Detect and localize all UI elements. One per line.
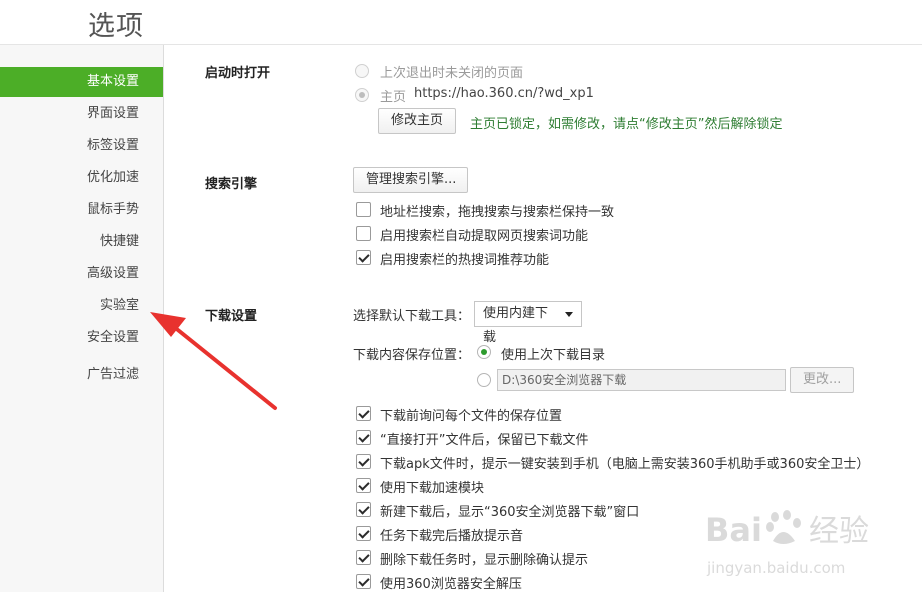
baidu-jingyan-watermark: Bai 经验 jingyan.baidu.com bbox=[705, 505, 895, 580]
keep-opened-files-checkbox[interactable] bbox=[356, 430, 371, 445]
play-complete-sound-checkbox[interactable] bbox=[356, 526, 371, 541]
svg-text:Bai: Bai bbox=[705, 511, 762, 549]
address-bar-search-label: 地址栏搜索，拖拽搜索与搜索栏保持一致 bbox=[380, 205, 615, 220]
ask-save-location-checkbox[interactable] bbox=[356, 406, 371, 421]
sidebar-item-label: 标签设置 bbox=[86, 138, 139, 153]
apk-install-prompt-checkbox[interactable] bbox=[356, 454, 371, 469]
download-accelerate-label: 使用下载加速模块 bbox=[380, 481, 485, 496]
keep-opened-files-label: “直接打开”文件后，保留已下载文件 bbox=[380, 433, 589, 448]
show-download-window-checkbox[interactable] bbox=[356, 502, 371, 517]
sidebar-item-label: 实验室 bbox=[99, 298, 139, 313]
apk-install-prompt-label: 下载apk文件时，提示一键安装到手机（电脑上需安装360手机助手或360安全卫士… bbox=[380, 457, 870, 472]
home-url: https://hao.360.cn/?wd_xp1 bbox=[414, 86, 594, 101]
startup-last-session-label: 上次退出时未关闭的页面 bbox=[380, 66, 524, 81]
sidebar-item-lab[interactable]: 实验室 bbox=[0, 291, 163, 321]
download-accelerate-checkbox[interactable] bbox=[356, 478, 371, 493]
confirm-delete-label: 删除下载任务时，显示删除确认提示 bbox=[380, 553, 589, 568]
ask-save-location-label: 下载前询问每个文件的保存位置 bbox=[380, 409, 563, 424]
save-custom-dir-radio[interactable] bbox=[477, 373, 491, 387]
sidebar-item-label: 高级设置 bbox=[86, 266, 139, 281]
download-tool-label: 选择默认下载工具： bbox=[353, 309, 471, 324]
startup-home-label: 主页 bbox=[380, 90, 407, 105]
sidebar-item-advanced[interactable]: 高级设置 bbox=[0, 259, 163, 289]
sidebar-item-label: 快捷键 bbox=[99, 234, 139, 249]
hot-search-checkbox[interactable] bbox=[356, 250, 371, 265]
startup-last-session-radio[interactable] bbox=[355, 64, 369, 78]
save-path-input[interactable]: D:\360安全浏览器下载 bbox=[497, 369, 786, 391]
safe-unzip-label: 使用360浏览器安全解压 bbox=[380, 577, 522, 592]
sidebar-item-label: 鼠标手势 bbox=[86, 202, 139, 217]
manage-search-engines-button[interactable]: 管理搜索引擎... bbox=[353, 167, 468, 193]
change-save-path-button[interactable]: 更改... bbox=[790, 367, 854, 393]
section-title-download: 下载设置 bbox=[205, 309, 258, 324]
auto-extract-search-label: 启用搜索栏自动提取网页搜索词功能 bbox=[380, 229, 589, 244]
address-bar-search-checkbox[interactable] bbox=[356, 202, 371, 217]
sidebar-item-optimize[interactable]: 优化加速 bbox=[0, 163, 163, 193]
save-last-dir-radio[interactable] bbox=[477, 345, 491, 359]
page-title: 选项 bbox=[88, 11, 144, 42]
chevron-down-icon bbox=[565, 312, 573, 317]
save-last-dir-label: 使用上次下载目录 bbox=[501, 348, 606, 363]
sidebar-item-label: 基本设置 bbox=[86, 74, 139, 89]
play-complete-sound-label: 任务下载完后播放提示音 bbox=[380, 529, 524, 544]
section-title-startup: 启动时打开 bbox=[205, 66, 271, 81]
confirm-delete-checkbox[interactable] bbox=[356, 550, 371, 565]
download-tool-select[interactable]: 使用内建下载 bbox=[474, 301, 582, 345]
auto-extract-search-checkbox[interactable] bbox=[356, 226, 371, 241]
sidebar-item-mouse-gestures[interactable]: 鼠标手势 bbox=[0, 195, 163, 225]
change-home-button[interactable]: 修改主页 bbox=[378, 108, 456, 134]
sidebar-item-label: 安全设置 bbox=[86, 330, 139, 345]
baidu-logo-icon: Bai 经验 jingyan.baidu.com bbox=[705, 510, 869, 577]
sidebar-item-ad-filter[interactable]: 广告过滤 bbox=[0, 360, 163, 390]
show-download-window-label: 新建下载后，显示“360安全浏览器下载”窗口 bbox=[380, 505, 640, 520]
sidebar-item-tab-settings[interactable]: 标签设置 bbox=[0, 131, 163, 161]
hot-search-label: 启用搜索栏的热搜词推荐功能 bbox=[380, 253, 550, 268]
sidebar-item-basic-settings[interactable]: 基本设置 bbox=[0, 67, 163, 97]
svg-text:jingyan.baidu.com: jingyan.baidu.com bbox=[706, 559, 845, 577]
home-locked-note: 主页已锁定，如需修改，请点“修改主页”然后解除锁定 bbox=[470, 117, 783, 132]
sidebar-item-shortcuts[interactable]: 快捷键 bbox=[0, 227, 163, 257]
section-title-search: 搜索引擎 bbox=[205, 177, 258, 192]
sidebar-item-security[interactable]: 安全设置 bbox=[0, 323, 163, 353]
sidebar-item-interface-settings[interactable]: 界面设置 bbox=[0, 99, 163, 129]
startup-home-radio[interactable] bbox=[355, 88, 369, 102]
svg-text:经验: 经验 bbox=[809, 514, 869, 549]
sidebar-item-label: 优化加速 bbox=[86, 170, 139, 185]
safe-unzip-checkbox[interactable] bbox=[356, 574, 371, 589]
sidebar-item-label: 界面设置 bbox=[86, 106, 139, 121]
save-location-label: 下载内容保存位置： bbox=[353, 348, 471, 363]
sidebar-item-label: 广告过滤 bbox=[86, 367, 139, 382]
sidebar: 基本设置 界面设置 标签设置 优化加速 鼠标手势 快捷键 高级设置 实验室 安全… bbox=[0, 45, 164, 592]
download-tool-value: 使用内建下载 bbox=[483, 306, 549, 345]
